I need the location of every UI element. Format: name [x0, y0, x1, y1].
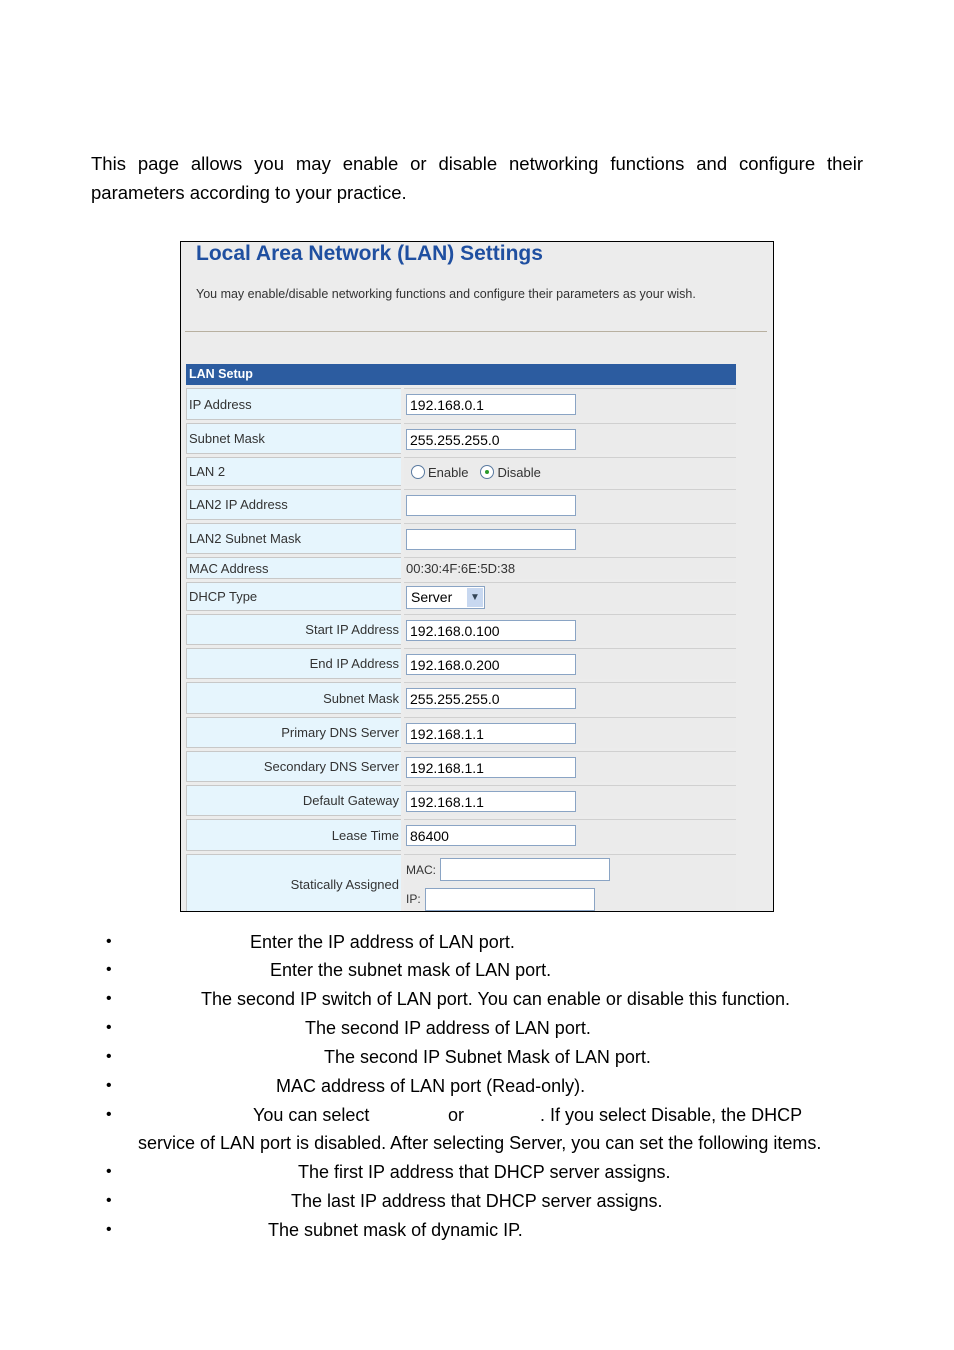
bullet-text: The last IP address that DHCP server ass… [291, 1191, 663, 1211]
bullet-text: or [448, 1105, 465, 1125]
row-end: End IP Address 192.168.0.200 [186, 648, 736, 679]
label: Subnet Mask [186, 682, 401, 714]
bullet: • [106, 1048, 112, 1065]
intro-paragraph: This page allows you may enable or disab… [91, 153, 863, 203]
label: LAN 2 [186, 457, 401, 486]
bullet-text: The first IP address that DHCP server as… [298, 1162, 671, 1182]
row-mac: MAC Address 00:30:4F:6E:5D:38 [186, 557, 736, 579]
start-ip-input[interactable]: 192.168.0.100 [406, 619, 576, 641]
disable-label: Disable [497, 464, 541, 480]
bullet-text: Enter the subnet mask of LAN port. [270, 960, 552, 980]
bullet: • [106, 961, 112, 978]
bullet-text: The second IP switch of LAN port. You ca… [201, 989, 791, 1009]
divider [185, 331, 767, 332]
chevron-down-icon: ▼ [467, 587, 483, 607]
page-subtitle: You may enable/disable networking functi… [196, 287, 696, 301]
gateway-input[interactable]: 192.168.1.1 [406, 790, 576, 812]
lan2-ip-input[interactable] [406, 494, 576, 516]
bullet-text-continued: service of LAN port is disabled. After s… [138, 1133, 822, 1153]
lease-time-input[interactable]: 86400 [406, 825, 576, 846]
static-ip-label: IP: [406, 892, 421, 907]
bullet: • [106, 1019, 112, 1036]
row-lease: Lease Time 86400 [186, 819, 736, 851]
lan-settings-screenshot: Local Area Network (LAN) Settings You ma… [180, 241, 774, 912]
bullet-text: The second IP Subnet Mask of LAN port. [324, 1047, 651, 1067]
bullet-text: Enter the IP address of LAN port. [250, 932, 515, 952]
label: Statically Assigned [186, 854, 401, 911]
label: Subnet Mask [186, 423, 401, 454]
row-static: Statically Assigned MAC: IP: [186, 854, 736, 911]
label: IP Address [186, 388, 401, 420]
static-ip-input[interactable] [424, 887, 595, 911]
lan2-mask-input[interactable] [406, 528, 576, 550]
row-lan2-ip: LAN2 IP Address [186, 489, 736, 520]
label: Primary DNS Server [186, 717, 401, 748]
lan2-disable-radio[interactable] [480, 465, 495, 479]
bullet: • [106, 933, 112, 950]
label: End IP Address [186, 648, 401, 679]
lan2-enable-radio[interactable] [411, 465, 425, 479]
row-dhcp-mask: Subnet Mask 255.255.255.0 [186, 682, 736, 714]
label: Start IP Address [186, 614, 401, 645]
page-title: Local Area Network (LAN) Settings [196, 242, 543, 265]
bullet-text: The second IP address of LAN port. [305, 1018, 591, 1038]
row-lan2: LAN 2 Enable Disable [186, 457, 736, 486]
bullet: • [106, 1192, 112, 1209]
row-mask: Subnet Mask 255.255.255.0 [186, 423, 736, 454]
row-ip: IP Address 192.168.0.1 [186, 388, 736, 420]
dhcp-type-select[interactable]: Server ▼ [406, 585, 485, 609]
secondary-dns-input[interactable]: 192.168.1.1 [406, 756, 576, 778]
label: Default Gateway [186, 785, 401, 816]
primary-dns-input[interactable]: 192.168.1.1 [406, 722, 576, 744]
row-gateway: Default Gateway 192.168.1.1 [186, 785, 736, 816]
label: LAN2 Subnet Mask [186, 523, 401, 554]
bullet: • [106, 1221, 112, 1238]
bullet-text: MAC address of LAN port (Read-only). [276, 1076, 586, 1096]
label: LAN2 IP Address [186, 489, 401, 520]
end-ip-input[interactable]: 192.168.0.200 [406, 653, 576, 675]
static-mac-label: MAC: [406, 862, 436, 877]
dhcp-value: Server [411, 589, 453, 605]
row-lan2-mask: LAN2 Subnet Mask [186, 523, 736, 554]
dhcp-mask-input[interactable]: 255.255.255.0 [406, 688, 576, 709]
subnet-mask-input[interactable]: 255.255.255.0 [406, 428, 576, 450]
bullet: • [106, 1077, 112, 1094]
row-pdns: Primary DNS Server 192.168.1.1 [186, 717, 736, 748]
label: Lease Time [186, 819, 401, 851]
bullet-text: You can select [253, 1105, 370, 1125]
label: MAC Address [186, 557, 401, 579]
bullet-text: . If you select Disable, the DHCP [540, 1105, 803, 1125]
row-dhcp: DHCP Type Server ▼ [186, 582, 736, 611]
row-sdns: Secondary DNS Server 192.168.1.1 [186, 751, 736, 782]
section-header: LAN Setup [186, 364, 736, 385]
lan-setup-table: LAN Setup IP Address 192.168.0.1 Subnet M… [186, 364, 736, 911]
mac-value: 00:30:4F:6E:5D:38 [404, 557, 736, 579]
enable-label: Enable [428, 464, 469, 480]
row-start: Start IP Address 192.168.0.100 [186, 614, 736, 645]
ip-address-input[interactable]: 192.168.0.1 [406, 394, 576, 415]
static-mac-input[interactable] [440, 858, 610, 882]
label: Secondary DNS Server [186, 751, 401, 782]
label: DHCP Type [186, 582, 401, 611]
bullet: • [106, 1163, 112, 1180]
bullet-text: The subnet mask of dynamic IP. [268, 1220, 523, 1240]
bullet: • [106, 990, 112, 1007]
bullet: • [106, 1106, 112, 1123]
document-page: This page allows you may enable or disab… [0, 0, 954, 1350]
